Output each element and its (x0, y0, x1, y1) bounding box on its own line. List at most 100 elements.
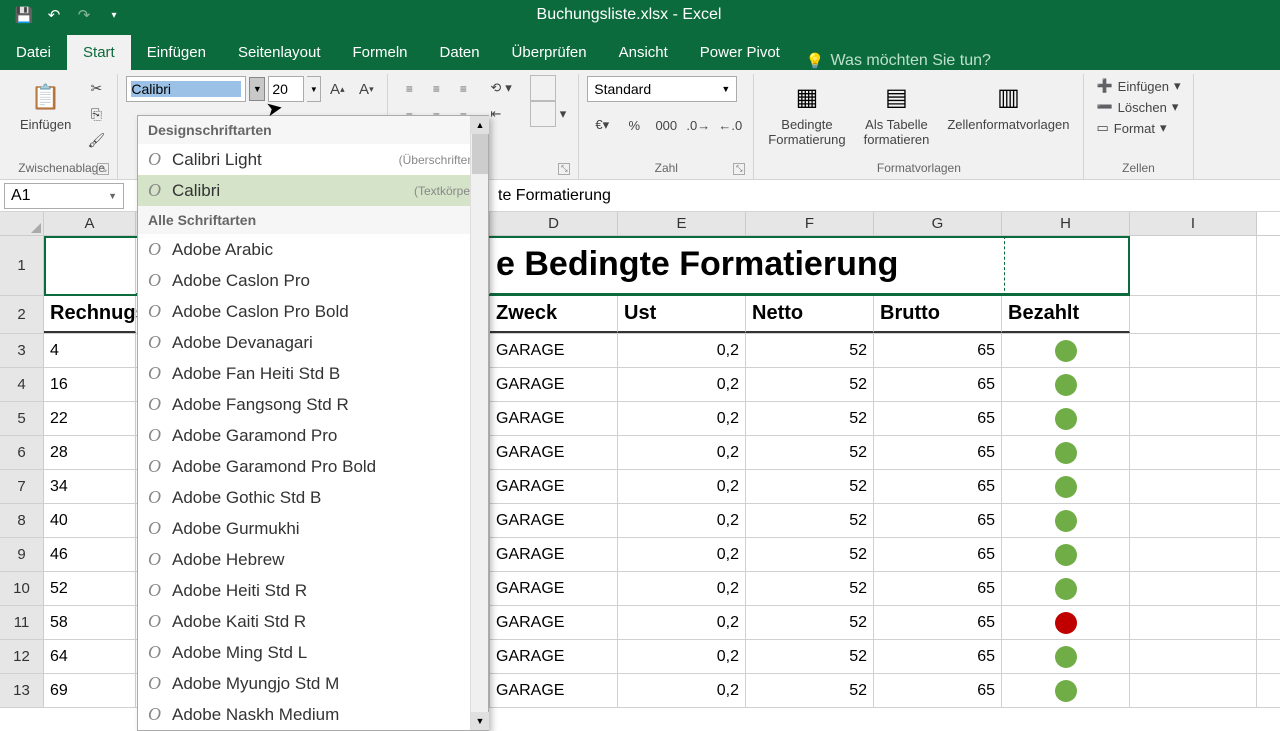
cell[interactable]: 52 (746, 436, 874, 469)
cell[interactable]: 0,2 (618, 504, 746, 537)
cell-H1[interactable] (1002, 236, 1130, 295)
cell[interactable]: 0,2 (618, 368, 746, 401)
font-dropdown-scrollbar[interactable]: ▲ ▼ (470, 116, 488, 730)
col-header-A[interactable]: A (44, 212, 136, 235)
cell[interactable]: GARAGE (490, 640, 618, 673)
tab-data[interactable]: Daten (424, 35, 496, 70)
cell-status[interactable] (1002, 572, 1130, 605)
cell-H2[interactable]: Bezahlt (1002, 296, 1130, 333)
cell[interactable]: GARAGE (490, 436, 618, 469)
cell[interactable]: GARAGE (490, 368, 618, 401)
tell-me-box[interactable]: 💡 Was möchten Sie tun? (806, 52, 991, 70)
cell[interactable]: 0,2 (618, 470, 746, 503)
paste-button[interactable]: 📋 Einfügen (14, 76, 77, 137)
col-header-G[interactable]: G (874, 212, 1002, 235)
accounting-format-button[interactable]: €▾ (587, 112, 617, 138)
font-name-input[interactable] (126, 76, 246, 102)
col-header-E[interactable]: E (618, 212, 746, 235)
row-header[interactable]: 13 (0, 674, 44, 707)
font-size-input[interactable]: 20 (268, 76, 304, 102)
cell[interactable]: 0,2 (618, 674, 746, 707)
cell[interactable] (1130, 436, 1257, 469)
percent-button[interactable]: % (619, 112, 649, 138)
row-header[interactable]: 11 (0, 606, 44, 639)
cell[interactable]: 4 (44, 334, 136, 367)
cell-E2[interactable]: Ust (618, 296, 746, 333)
font-option[interactable]: OAdobe Gothic Std B (138, 482, 488, 513)
copy-button[interactable]: ⎘ (83, 102, 109, 126)
row-header-1[interactable]: 1 (0, 236, 44, 295)
row-header[interactable]: 7 (0, 470, 44, 503)
cell-status[interactable] (1002, 674, 1130, 707)
cell[interactable]: GARAGE (490, 572, 618, 605)
cell-status[interactable] (1002, 640, 1130, 673)
name-box[interactable]: A1 ▼ (4, 183, 124, 209)
font-option[interactable]: OAdobe Myungjo Std M (138, 668, 488, 699)
font-option[interactable]: OAdobe Kaiti Std R (138, 606, 488, 637)
merge-button[interactable]: ▾ (526, 102, 571, 126)
col-header-H[interactable]: H (1002, 212, 1130, 235)
row-header[interactable]: 6 (0, 436, 44, 469)
tab-review[interactable]: Überprüfen (496, 35, 603, 70)
select-all-corner[interactable] (0, 212, 44, 235)
cell[interactable] (1130, 640, 1257, 673)
cell[interactable]: 28 (44, 436, 136, 469)
orientation-button[interactable]: ⟲▾ (486, 76, 515, 100)
format-cells-button[interactable]: ▭Format ▾ (1092, 118, 1184, 138)
cell[interactable]: 0,2 (618, 640, 746, 673)
font-option[interactable]: OCalibri Light(Überschriften) (138, 144, 488, 175)
number-format-dropdown[interactable]: Standard ▼ (587, 76, 737, 102)
wrap-text-button[interactable] (526, 76, 571, 100)
font-option[interactable]: OAdobe Fangsong Std R (138, 389, 488, 420)
cell[interactable] (1130, 504, 1257, 537)
font-option[interactable]: OAdobe Garamond Pro Bold (138, 451, 488, 482)
cell-I1[interactable] (1130, 236, 1257, 295)
row-header[interactable]: 12 (0, 640, 44, 673)
cell-D2[interactable]: Zweck (490, 296, 618, 333)
tab-formulas[interactable]: Formeln (337, 35, 424, 70)
cell[interactable]: 0,2 (618, 436, 746, 469)
cell[interactable]: 65 (874, 470, 1002, 503)
cell-status[interactable] (1002, 606, 1130, 639)
font-option[interactable]: OAdobe Naskh Medium (138, 699, 488, 730)
font-name-dropdown-button[interactable]: ▼ (249, 77, 265, 101)
increase-font-button[interactable]: A▴ (324, 76, 350, 102)
delete-cells-button[interactable]: ➖Löschen ▾ (1092, 97, 1184, 117)
row-header[interactable]: 9 (0, 538, 44, 571)
name-box-dropdown-icon[interactable]: ▼ (108, 191, 117, 201)
cell[interactable]: 46 (44, 538, 136, 571)
cell-F2[interactable]: Netto (746, 296, 874, 333)
row-header[interactable]: 5 (0, 402, 44, 435)
row-header[interactable]: 3 (0, 334, 44, 367)
cell[interactable]: 65 (874, 402, 1002, 435)
cell[interactable]: 58 (44, 606, 136, 639)
cut-button[interactable]: ✂ (83, 76, 109, 100)
insert-cells-button[interactable]: ➕Einfügen ▾ (1092, 76, 1184, 96)
font-size-dropdown-button[interactable]: ▼ (307, 76, 321, 102)
cell[interactable]: 65 (874, 572, 1002, 605)
cell[interactable]: 52 (746, 334, 874, 367)
row-header[interactable]: 10 (0, 572, 44, 605)
cell-status[interactable] (1002, 436, 1130, 469)
scroll-down-button[interactable]: ▼ (471, 712, 489, 730)
cell[interactable]: 40 (44, 504, 136, 537)
cell-title[interactable]: e Bedingte Formatierung (490, 236, 1002, 295)
cell[interactable]: 65 (874, 674, 1002, 707)
font-option[interactable]: OAdobe Arabic (138, 234, 488, 265)
col-header-I[interactable]: I (1130, 212, 1257, 235)
cell[interactable]: GARAGE (490, 606, 618, 639)
font-option[interactable]: OAdobe Fan Heiti Std B (138, 358, 488, 389)
indent-decrease-button[interactable]: ⇤ (486, 102, 515, 126)
cell-A2[interactable]: Rechnugs (44, 296, 136, 333)
font-option[interactable]: OAdobe Caslon Pro (138, 265, 488, 296)
font-name-field[interactable] (131, 81, 241, 97)
font-option[interactable]: OCalibri(Textkörper) (138, 175, 488, 206)
comma-button[interactable]: 000 (651, 112, 681, 138)
decrease-font-button[interactable]: A▾ (353, 76, 379, 102)
save-icon[interactable]: 💾 (15, 6, 33, 24)
font-option[interactable]: OAdobe Gurmukhi (138, 513, 488, 544)
cell[interactable] (1130, 606, 1257, 639)
col-header-D[interactable]: D (490, 212, 618, 235)
cell[interactable]: 34 (44, 470, 136, 503)
cell[interactable]: GARAGE (490, 538, 618, 571)
